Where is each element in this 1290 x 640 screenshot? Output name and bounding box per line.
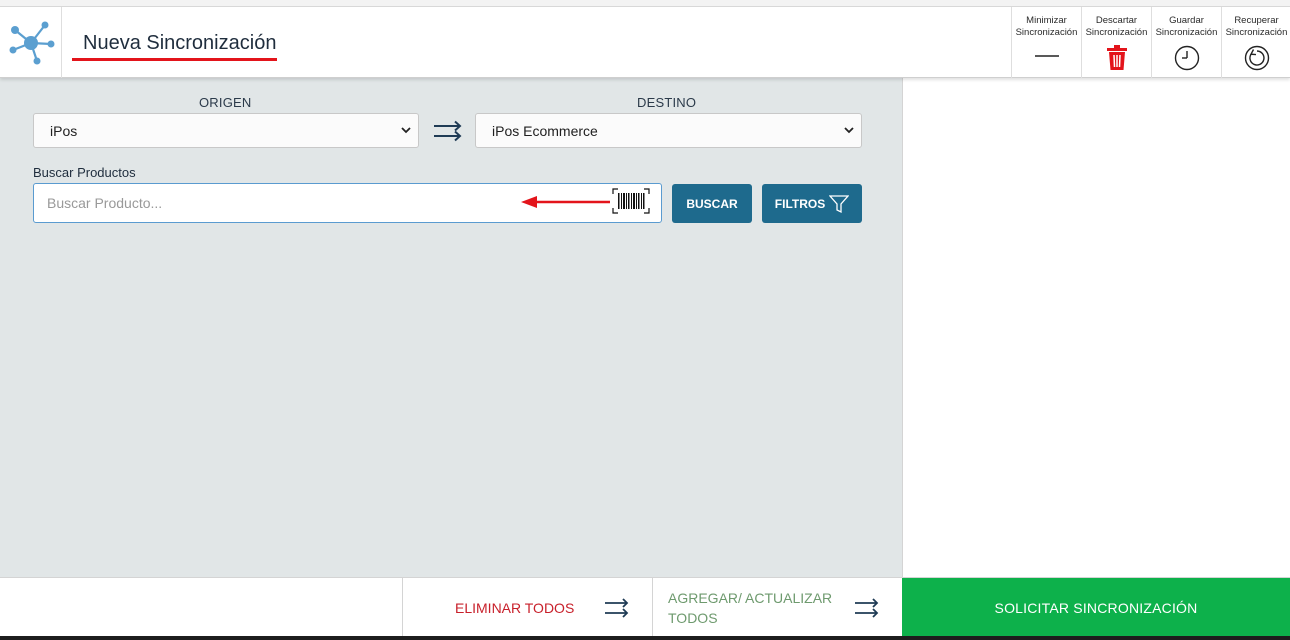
footer-action-bar: ELIMINAR TODOS AGREGAR/ ACTUALIZAR TODOS… — [0, 577, 1290, 640]
clock-icon — [1174, 45, 1199, 71]
discard-label-line2: Sincronización — [1085, 27, 1148, 38]
request-sync-button[interactable]: SOLICITAR SINCRONIZACIÓN — [902, 578, 1290, 638]
recover-sync-button[interactable]: Recuperar Sincronización — [1221, 7, 1290, 78]
add-update-all-label-line1: AGREGAR/ ACTUALIZAR — [668, 590, 833, 606]
destination-select-value: iPos Ecommerce — [492, 122, 598, 139]
window-top-strip — [0, 0, 1290, 7]
page-title: Nueva Sincronización — [83, 32, 277, 54]
destination-select[interactable]: iPos Ecommerce — [475, 113, 862, 148]
filter-funnel-icon — [829, 194, 850, 213]
chevron-down-icon — [401, 127, 411, 134]
filters-button[interactable]: FILTROS — [762, 184, 862, 223]
refresh-icon — [1244, 45, 1269, 71]
product-list-panel — [902, 78, 1290, 578]
remove-all-button[interactable]: ELIMINAR TODOS — [402, 578, 652, 638]
origin-select-value: iPos — [50, 122, 78, 139]
save-label-line1: Guardar — [1169, 15, 1204, 26]
barcode-scan-icon[interactable] — [612, 188, 650, 214]
filters-button-label: FILTROS — [774, 196, 826, 211]
minimize-icon — [1034, 55, 1059, 57]
sync-arrows-icon — [605, 598, 629, 618]
discard-label-line1: Descartar — [1095, 15, 1138, 26]
minimize-label-line1: Minimizar — [1026, 15, 1067, 26]
chevron-down-icon — [844, 127, 854, 134]
trash-icon — [1106, 45, 1127, 70]
destination-label: DESTINO — [637, 95, 697, 110]
sync-config-panel: ORIGEN iPos DESTINO iPos Ecommerce Busca… — [0, 78, 902, 578]
window-bottom-bar — [0, 636, 1290, 640]
sync-arrows-icon — [855, 598, 879, 618]
recover-label-line2: Sincronización — [1225, 27, 1288, 38]
discard-sync-button[interactable]: Descartar Sincronización — [1081, 7, 1151, 78]
save-label-line2: Sincronización — [1155, 27, 1218, 38]
search-placeholder: Buscar Producto... — [47, 195, 163, 211]
red-arrow-annotation — [521, 196, 610, 208]
save-sync-button[interactable]: Guardar Sincronización — [1151, 7, 1221, 78]
add-update-all-button[interactable]: AGREGAR/ ACTUALIZAR TODOS — [652, 578, 902, 638]
minimize-sync-button[interactable]: Minimizar Sincronización — [1011, 7, 1081, 78]
minimize-label-line2: Sincronización — [1015, 27, 1078, 38]
sync-arrows-icon — [434, 120, 462, 142]
origin-label: ORIGEN — [199, 95, 252, 110]
app-logo[interactable] — [0, 7, 62, 78]
recover-label-line1: Recuperar — [1234, 15, 1279, 26]
origin-select[interactable]: iPos — [33, 113, 419, 148]
title-underline — [72, 58, 277, 61]
network-logo-icon — [9, 21, 54, 64]
add-update-all-label-line2: TODOS — [668, 610, 718, 626]
remove-all-label: ELIMINAR TODOS — [455, 600, 575, 616]
search-products-label: Buscar Productos — [33, 165, 136, 180]
search-button[interactable]: BUSCAR — [672, 184, 752, 223]
app-header: Nueva Sincronización Minimizar Sincroniza… — [0, 7, 1290, 78]
